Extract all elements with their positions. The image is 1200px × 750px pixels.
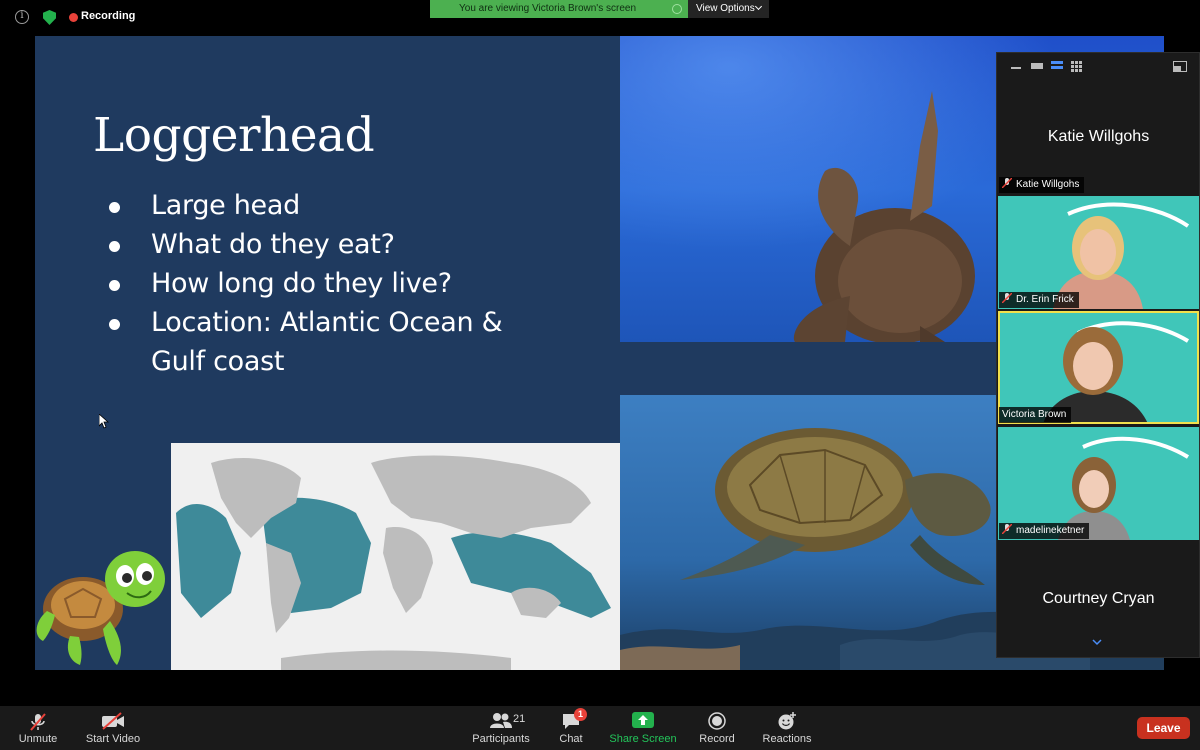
recording-dot-icon	[69, 13, 78, 22]
banner-indicator-icon	[672, 4, 682, 14]
participant-tile[interactable]: Dr. Erin Frick	[998, 196, 1199, 309]
info-icon[interactable]	[15, 10, 29, 24]
participant-display-name: Katie Willgohs	[1047, 128, 1150, 145]
reactions-button[interactable]: Reactions	[763, 706, 811, 750]
participant-name-tag: madelineketner	[999, 523, 1090, 539]
participant-display-name: Courtney Cryan	[1042, 590, 1155, 607]
reactions-smiley-icon	[778, 712, 796, 730]
meeting-top-bar: Recording You are viewing Victoria Brown…	[0, 0, 1200, 34]
slide-title: Loggerhead	[93, 108, 375, 163]
view-options-button[interactable]: View Options	[688, 0, 769, 18]
slide-bullet: Large head	[107, 186, 547, 225]
gallery-grid-icon[interactable]	[1071, 61, 1083, 73]
microphone-muted-icon	[30, 713, 46, 731]
single-video-icon[interactable]	[1031, 61, 1043, 71]
participant-name-tag: Dr. Erin Frick	[999, 292, 1079, 308]
minimize-video-icon[interactable]	[1011, 61, 1021, 71]
meeting-controls-bar: Unmute Start Video 21 Participants 1 Cha…	[0, 706, 1200, 750]
gallery-toolbar	[997, 53, 1199, 80]
participant-tag-label: Katie Willgohs	[1016, 179, 1080, 190]
participant-tag-label: madelineketner	[1016, 525, 1085, 536]
mic-muted-icon	[1002, 178, 1012, 188]
share-screen-button[interactable]: Share Screen	[609, 706, 677, 750]
participant-tag-label: Dr. Erin Frick	[1016, 294, 1074, 305]
slide-bullet-list: Large head What do they eat? How long do…	[107, 186, 547, 381]
view-options-label: View Options	[696, 3, 755, 14]
exit-panel-icon[interactable]	[1173, 61, 1187, 72]
participants-button[interactable]: 21 Participants	[472, 706, 530, 750]
record-icon	[708, 712, 726, 730]
participant-name-tag: Victoria Brown	[999, 407, 1072, 423]
participant-tile-active-speaker[interactable]: Victoria Brown	[998, 311, 1199, 424]
mic-muted-icon	[1002, 293, 1012, 303]
participant-tile[interactable]: madelineketner	[998, 427, 1199, 540]
chevron-down-icon	[754, 2, 763, 11]
participants-icon	[490, 713, 512, 728]
recording-label: Recording	[81, 10, 136, 22]
share-screen-icon	[632, 712, 654, 728]
encryption-shield-icon[interactable]	[43, 10, 56, 25]
chat-button[interactable]: 1 Chat	[556, 706, 587, 750]
mic-muted-icon	[1002, 524, 1012, 534]
participant-gallery-panel: Katie Willgohs Katie Willgohs Dr. Erin F…	[996, 52, 1200, 658]
start-video-button[interactable]: Start Video	[86, 706, 140, 750]
participant-tag-label: Victoria Brown	[1002, 409, 1067, 420]
leave-meeting-button[interactable]: Leave	[1137, 717, 1190, 739]
slide-bullet: What do they eat?	[107, 225, 547, 264]
slide-bullet: How long do they live?	[107, 264, 547, 303]
start-video-label: Start Video	[85, 733, 141, 745]
gallery-scroll-down-icon[interactable]	[1092, 637, 1102, 647]
slide-bullet: Location: Atlantic Ocean & Gulf coast	[107, 303, 547, 381]
participant-name-tag: Katie Willgohs	[999, 177, 1085, 193]
reactions-label: Reactions	[762, 733, 812, 745]
speaker-strip-icon[interactable]	[1051, 61, 1063, 71]
participant-tile[interactable]: Katie Willgohs Katie Willgohs	[998, 81, 1199, 194]
range-world-map	[171, 443, 620, 670]
chat-unread-badge: 1	[574, 708, 587, 721]
shared-screen: Loggerhead Large head What do they eat? …	[35, 36, 1164, 670]
video-camera-off-icon	[102, 712, 124, 730]
participants-count: 21	[513, 713, 526, 725]
unmute-button[interactable]: Unmute	[19, 706, 57, 750]
viewing-screen-banner: You are viewing Victoria Brown's screen	[430, 0, 688, 18]
record-button[interactable]: Record	[699, 706, 735, 750]
cartoon-turtle-illustration	[35, 541, 175, 670]
mouse-cursor-icon	[99, 414, 109, 429]
